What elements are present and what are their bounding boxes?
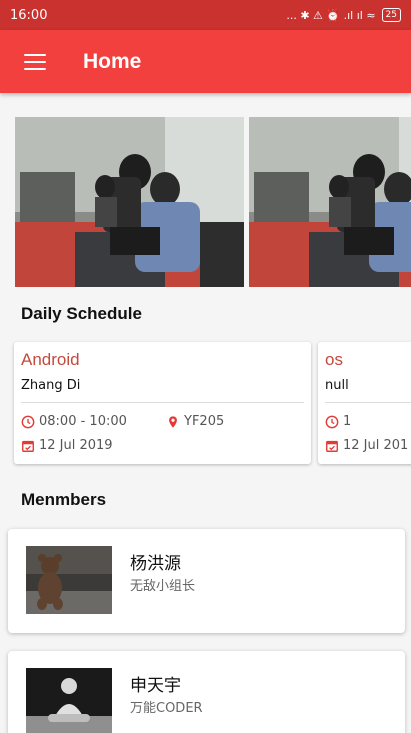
divider: [325, 402, 411, 403]
menu-button[interactable]: [0, 30, 70, 93]
schedule-subject: Android: [21, 350, 80, 369]
schedule-time: 08:00 - 10:00: [21, 414, 127, 429]
member-name: 杨洪源: [130, 554, 181, 574]
member-role: 万能CODER: [130, 701, 203, 716]
status-time: 16:00: [10, 7, 48, 23]
app-bar: Home: [0, 30, 411, 93]
clock-icon: [21, 415, 35, 428]
status-icons: ... ✱ ⚠ ⏰ .ıl ıl ≈ 25: [286, 8, 401, 22]
schedule-room: YF205: [166, 414, 224, 429]
schedule-date: 12 Jul 201: [325, 438, 408, 453]
member-name: 申天宇: [130, 676, 181, 696]
image-carousel[interactable]: [15, 117, 411, 287]
member-card[interactable]: 申天宇 万能CODER: [8, 651, 405, 733]
status-indicators: ... ✱ ⚠ ⏰ .ıl ıl ≈: [286, 8, 376, 22]
status-bar: 16:00 ... ✱ ⚠ ⏰ .ıl ıl ≈ 25: [0, 0, 411, 30]
avatar: [26, 546, 112, 614]
schedule-subject: os: [325, 350, 343, 369]
hamburger-icon: [24, 53, 46, 70]
member-card[interactable]: 杨洪源 无敌小组长: [8, 529, 405, 633]
clock-icon: [325, 415, 339, 428]
main-content[interactable]: Daily Schedule Android Zhang Di 08:00 - …: [0, 93, 411, 733]
page-title: Home: [83, 49, 142, 73]
carousel-image[interactable]: [249, 117, 411, 287]
schedule-card[interactable]: os null 1 12 Jul 201: [318, 342, 411, 464]
location-pin-icon: [169, 415, 177, 428]
battery-icon: 25: [381, 8, 401, 22]
schedule-teacher: Zhang Di: [21, 378, 81, 393]
member-role: 无敌小组长: [130, 579, 196, 594]
calendar-icon: [22, 440, 34, 452]
calendar-icon: [326, 440, 338, 452]
schedule-time: 1: [325, 414, 351, 429]
avatar: [26, 668, 112, 733]
schedule-teacher: null: [325, 378, 349, 393]
members-section-title: Menmbers: [21, 490, 107, 509]
schedule-date: 12 Jul 2019: [21, 438, 113, 453]
carousel-image[interactable]: [15, 117, 244, 287]
schedule-card[interactable]: Android Zhang Di 08:00 - 10:00 YF205 12 …: [14, 342, 311, 464]
schedule-section-title: Daily Schedule: [21, 304, 142, 323]
divider: [21, 402, 304, 403]
